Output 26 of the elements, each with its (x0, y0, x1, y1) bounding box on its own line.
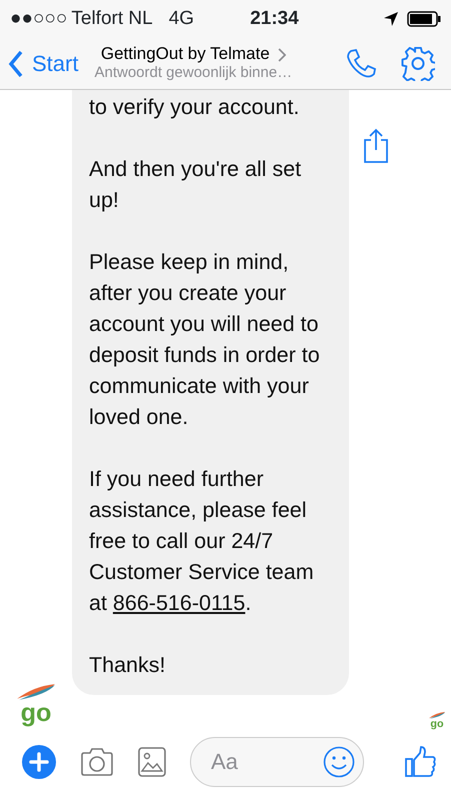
chat-subtitle: Antwoordt gewoonlijk binne… (94, 64, 292, 82)
image-icon[interactable] (138, 747, 166, 777)
carrier-name: Telfort NL (71, 6, 153, 31)
chat-title[interactable]: GettingOut by Telmate (100, 45, 286, 64)
clock-time: 21:34 (250, 6, 299, 31)
share-icon[interactable] (362, 128, 390, 164)
message-text: And then you're all set up! (89, 156, 302, 214)
location-arrow-icon (383, 11, 399, 27)
message-input[interactable]: Aa (190, 737, 364, 787)
message-text: Thanks! (89, 652, 166, 679)
emoji-icon[interactable] (323, 746, 355, 778)
settings-icon[interactable] (401, 46, 435, 80)
phone-link[interactable]: 866-516-0115 (112, 591, 246, 615)
camera-icon[interactable] (80, 747, 114, 777)
message-text: Please keep in mind, after you create your account you will need to deposit funds in order to communicate with your loved one. (89, 249, 321, 431)
phone-icon[interactable] (345, 48, 377, 80)
network-type: 4G (168, 6, 194, 31)
battery-icon (407, 11, 441, 27)
message-text: to verify your account. (89, 94, 300, 121)
signal-indicator: ●●○○○ (10, 6, 68, 31)
back-button[interactable]: Start (8, 47, 78, 80)
chevron-left-icon (8, 50, 24, 78)
thumbs-up-icon[interactable] (405, 746, 437, 778)
add-icon[interactable] (22, 745, 56, 779)
chevron-right-icon (278, 48, 286, 62)
message-text: If you need further assistance, please feel free to call our 24/7 Customer Service team at 866-516-0115. (89, 466, 315, 617)
